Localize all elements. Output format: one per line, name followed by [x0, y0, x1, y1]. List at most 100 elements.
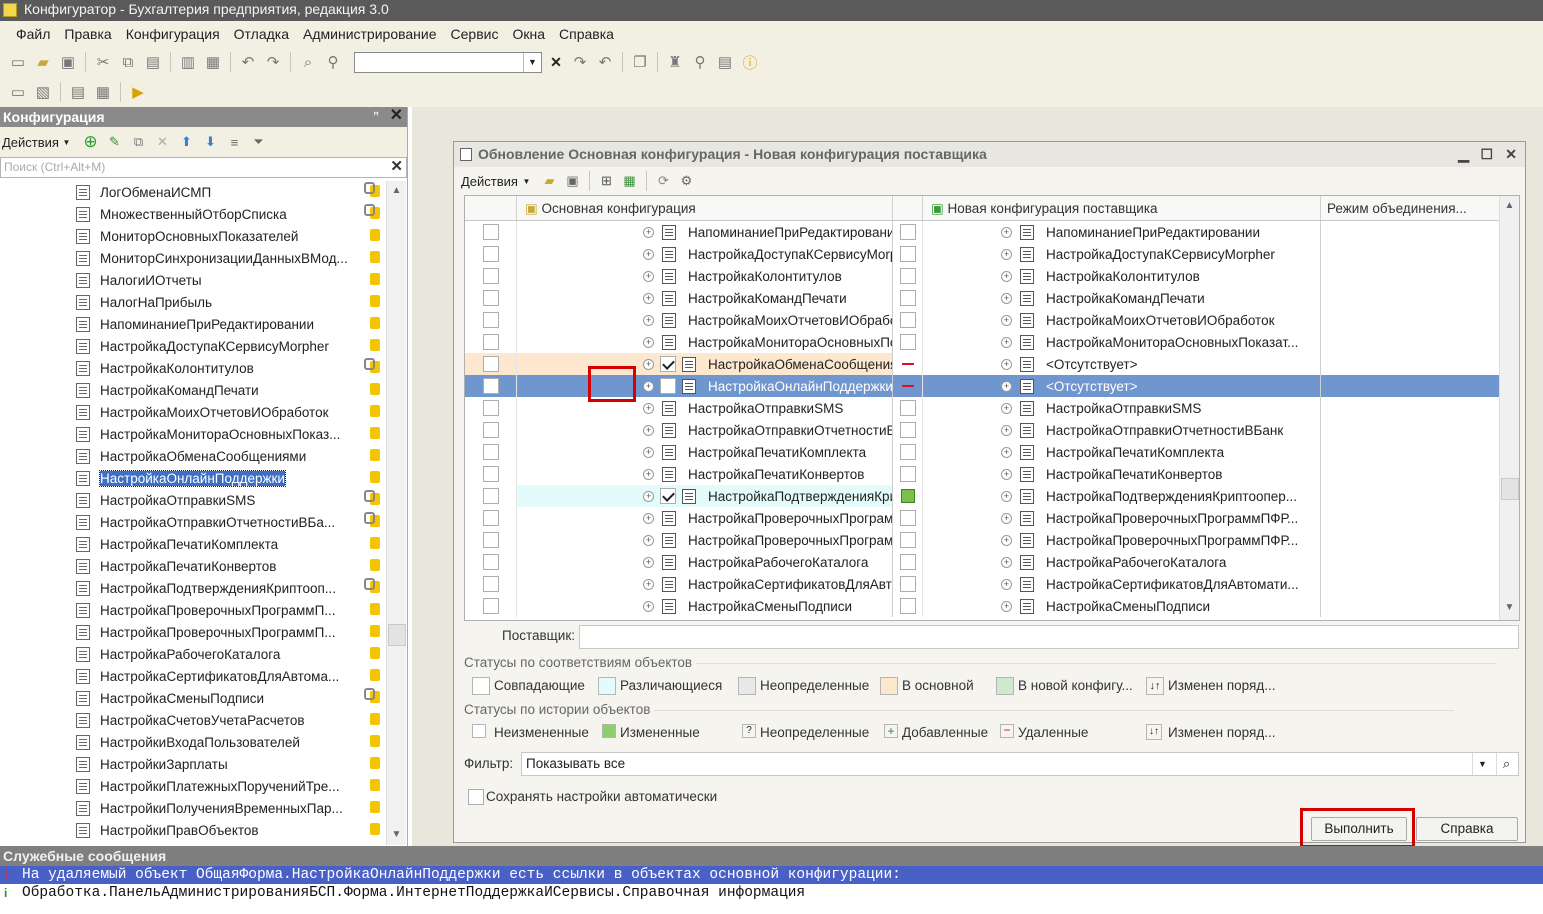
apply-checkbox[interactable] [899, 400, 916, 416]
copy-icon[interactable]: ⧉ [118, 52, 138, 72]
find-prev-icon[interactable]: ↶ [595, 52, 615, 72]
merge-checkbox[interactable] [660, 488, 676, 504]
tree-item[interactable]: НастройкаОнлайнПоддержки [0, 467, 384, 489]
menu-help[interactable]: Справка [559, 26, 614, 42]
grid-row[interactable]: + НастройкаПечатиКонвертов + НастройкаПечат… [465, 463, 1519, 485]
tree-item[interactable]: НастройкаПечатиКомплекта [0, 533, 384, 555]
merge-mode-column-header[interactable]: Режим объединения... [1321, 196, 1501, 220]
tree-item[interactable]: НастройкаКомандПечати [0, 379, 384, 401]
refresh-icon[interactable]: ⟳ [655, 173, 672, 190]
config-window-icon[interactable]: ▭ [8, 82, 28, 102]
configuration-scrollbar[interactable]: ▲ ▼ [386, 181, 406, 845]
grid-row[interactable]: + НастройкаПечатиКомплекта + НастройкаПечат… [465, 441, 1519, 463]
row-checkbox[interactable] [482, 224, 499, 240]
expand-icon[interactable]: + [1001, 556, 1012, 568]
find-next-icon[interactable]: ↷ [570, 52, 590, 72]
expand-icon[interactable]: + [1001, 446, 1012, 458]
tree-item[interactable]: НалогиИОтчеты [0, 269, 384, 291]
apply-checkbox[interactable] [899, 422, 916, 438]
save-icon[interactable]: ▣ [564, 173, 581, 190]
pin-icon[interactable]: ꟸ [373, 107, 379, 127]
tree-item[interactable]: НастройкиПолученияВременныхПар... [0, 797, 384, 819]
expand-icon[interactable]: + [1001, 490, 1012, 502]
row-checkbox[interactable] [482, 422, 499, 438]
actions-menu[interactable]: Действия [2, 135, 59, 150]
expand-icon[interactable]: + [643, 490, 654, 502]
apply-checkbox[interactable] [899, 510, 916, 526]
dropdown-arrow-icon[interactable]: ▼ [518, 173, 535, 190]
execute-button[interactable]: Выполнить [1311, 817, 1407, 841]
windows-icon[interactable]: ❐ [630, 52, 650, 72]
apply-checkbox[interactable] [899, 444, 916, 460]
grid-row[interactable]: + НастройкаДоступаКСервисуMorpher + Настрой… [465, 243, 1519, 265]
row-checkbox[interactable] [482, 378, 499, 394]
tree-item[interactable]: НастройкаПодтвержденияКриптооп... [0, 577, 384, 599]
apply-checkbox[interactable] [899, 532, 916, 548]
apply-checkbox[interactable] [899, 554, 916, 570]
apply-checkbox[interactable] [899, 576, 916, 592]
undo-icon[interactable]: ↶ [238, 52, 258, 72]
message-error-line[interactable]: ! На удаляемый объект ОбщаяФорма.Настрой… [0, 866, 1543, 884]
expand-icon[interactable]: + [643, 468, 654, 480]
grid-row[interactable]: + НастройкаОтправкиОтчетностиВБа... + Настр… [465, 419, 1519, 441]
expand-icon[interactable]: + [643, 556, 654, 568]
expand-icon[interactable]: + [643, 292, 654, 304]
search-icon[interactable]: ⌕ [1496, 753, 1516, 775]
open-folder-icon[interactable]: ▰ [541, 173, 558, 190]
new-file-icon[interactable]: ▭ [8, 52, 28, 72]
edit-icon[interactable]: ✎ [106, 134, 123, 151]
row-checkbox[interactable] [482, 268, 499, 284]
apply-checkbox[interactable] [899, 290, 916, 306]
tree-item[interactable]: НастройкаСчетовУчетаРасчетов [0, 709, 384, 731]
database-icon[interactable]: ▤ [68, 82, 88, 102]
filter-settings-icon[interactable]: ⊞ [598, 173, 615, 190]
find-in-files-icon[interactable]: ⌕ [298, 52, 318, 72]
apply-checkbox[interactable] [899, 598, 916, 614]
tree-item[interactable]: НастройкиВходаПользователей [0, 731, 384, 753]
expand-icon[interactable]: + [643, 270, 654, 282]
tree-item[interactable]: НалогНаПрибыль [0, 291, 384, 313]
apply-checkbox[interactable] [899, 334, 916, 350]
grid-scrollbar[interactable]: ▲ ▼ [1499, 196, 1519, 620]
tree-item[interactable]: МониторОсновныхПоказателей [0, 225, 384, 247]
scroll-down-icon[interactable]: ▼ [1500, 598, 1519, 618]
book-icon[interactable]: ▤ [715, 52, 735, 72]
apply-checkbox[interactable] [899, 312, 916, 328]
expand-icon[interactable]: + [1001, 226, 1012, 238]
expand-icon[interactable]: + [1001, 314, 1012, 326]
expand-icon[interactable]: + [1001, 512, 1012, 524]
expand-icon[interactable]: + [1001, 292, 1012, 304]
grid-row[interactable]: + НастройкаКолонтитулов + НастройкаКолонтит… [465, 265, 1519, 287]
compare-icon[interactable]: ▧ [33, 82, 53, 102]
tree-item[interactable]: НастройкаМоихОтчетовИОбработок [0, 401, 384, 423]
redo-icon[interactable]: ↷ [263, 52, 283, 72]
merge-checkbox[interactable] [660, 378, 676, 394]
row-checkbox[interactable] [482, 576, 499, 592]
expand-icon[interactable]: + [643, 358, 654, 370]
tree-item[interactable]: НастройкаМонитораОсновныхПоказ... [0, 423, 384, 445]
tree-item[interactable]: НастройкаОтправкиОтчетностиВБа... [0, 511, 384, 533]
tree-item[interactable]: НастройкаПроверочныхПрограммП... [0, 621, 384, 643]
help-button[interactable]: Справка [1416, 817, 1518, 841]
info-icon[interactable]: ⓘ [740, 52, 760, 72]
expand-icon[interactable]: + [1001, 248, 1012, 260]
sort-icon[interactable]: ≡ [226, 134, 243, 151]
expand-icon[interactable]: + [1001, 358, 1012, 370]
syntax-helper-icon[interactable]: ♜ [665, 52, 685, 72]
grid-row[interactable]: + НастройкаРабочегоКаталога + НастройкаРабо… [465, 551, 1519, 573]
grid-row[interactable]: + НапоминаниеПриРедактировании + Напоминани… [465, 221, 1519, 243]
search-combo[interactable]: ▼ [354, 51, 542, 73]
print-icon[interactable]: ▥ [178, 52, 198, 72]
menu-edit[interactable]: Правка [64, 26, 111, 42]
scroll-down-icon[interactable]: ▼ [387, 825, 406, 845]
tree-item[interactable]: НастройкаПроверочныхПрограммП... [0, 599, 384, 621]
row-checkbox[interactable] [482, 598, 499, 614]
row-checkbox[interactable] [482, 488, 499, 504]
row-checkbox[interactable] [482, 400, 499, 416]
tree-item[interactable]: НастройкиЗарплаты [0, 753, 384, 775]
apply-checkbox[interactable] [899, 246, 916, 262]
expand-icon[interactable]: + [1001, 578, 1012, 590]
grid-row[interactable]: + НастройкаКомандПечати + НастройкаКомандПе… [465, 287, 1519, 309]
clear-search-icon[interactable]: ✕ [390, 157, 403, 176]
move-down-icon[interactable]: ⬇ [202, 134, 219, 151]
